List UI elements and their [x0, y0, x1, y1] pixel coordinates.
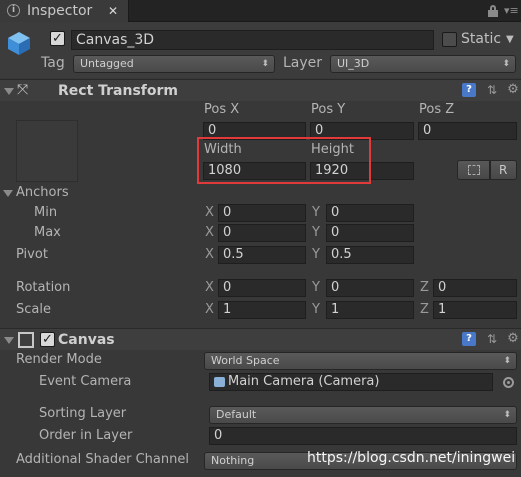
sorting-layer-dropdown-arrow-icon: ⬍: [503, 410, 511, 420]
static-checkbox[interactable]: [442, 32, 457, 47]
sorting-layer-dropdown[interactable]: Default ⬍: [209, 406, 517, 424]
blueprint-icon: [468, 165, 480, 175]
object-picker-icon[interactable]: [503, 377, 514, 388]
canvas-header[interactable]: ✓ Canvas ? ⇅ ⚙: [0, 328, 521, 350]
anchor-min-y-label: Y: [312, 205, 320, 220]
scale-y-field[interactable]: 1: [326, 301, 414, 319]
rect-transform-gear-icon[interactable]: ⚙: [506, 83, 520, 97]
event-camera-field[interactable]: Main Camera (Camera): [209, 373, 493, 391]
tag-value: Untagged: [80, 57, 134, 70]
rect-transform-help-icon[interactable]: ?: [462, 83, 476, 97]
rotation-x-field[interactable]: 0: [218, 279, 306, 297]
raw-edit-label: R: [499, 163, 508, 177]
rotation-z-field[interactable]: 0: [433, 279, 517, 297]
canvas-gear-icon[interactable]: ⚙: [506, 332, 520, 346]
order-in-layer-label: Order in Layer: [39, 428, 133, 443]
scale-label: Scale: [16, 302, 51, 317]
render-mode-dropdown[interactable]: World Space ⬍: [204, 352, 517, 370]
scale-y-label: Y: [312, 302, 320, 317]
width-height-highlight: [197, 137, 371, 184]
scale-z-label: Z: [420, 302, 429, 317]
scale-z-field[interactable]: 1: [433, 301, 517, 319]
tab-menu-icon[interactable]: ▾≡: [504, 2, 519, 20]
rotation-x-label: X: [205, 280, 214, 295]
inspector-info-icon: i: [7, 4, 20, 17]
raw-edit-button[interactable]: R: [490, 160, 517, 180]
pivot-x-field[interactable]: 0.5: [218, 246, 306, 264]
tag-label: Tag: [41, 55, 65, 71]
rect-transform-preset-icon[interactable]: ⇅: [485, 83, 499, 97]
watermark-text: https://blog.csdn.net/iningwei: [307, 450, 516, 466]
anchor-max-y-field[interactable]: 0: [326, 224, 414, 242]
layer-dropdown[interactable]: UI_3D ⬍: [330, 55, 516, 73]
canvas-help-icon[interactable]: ?: [462, 332, 476, 346]
object-name-field[interactable]: Canvas_3D: [71, 30, 434, 50]
rotation-y-label: Y: [312, 280, 320, 295]
order-in-layer-field[interactable]: 0: [209, 427, 517, 445]
scale-x-field[interactable]: 1: [218, 301, 306, 319]
canvas-preset-icon[interactable]: ⇅: [485, 332, 499, 346]
rotation-z-label: Z: [420, 280, 429, 295]
tag-dropdown[interactable]: Untagged ⬍: [73, 55, 275, 73]
lock-icon[interactable]: [488, 5, 498, 17]
inspector-tab-title: Inspector: [27, 3, 93, 19]
inspector-tab[interactable]: i Inspector ✕: [0, 0, 129, 22]
render-mode-dropdown-arrow-icon: ⬍: [503, 356, 511, 366]
canvas-title: Canvas: [58, 332, 115, 348]
active-checkbox[interactable]: ✓: [50, 31, 65, 46]
anchor-min-label: Min: [34, 205, 58, 220]
canvas-component-icon: [18, 332, 34, 348]
anchors-fold-icon[interactable]: [3, 190, 13, 197]
shader-channel-label: Additional Shader Channel: [16, 452, 189, 467]
tab-close-icon[interactable]: ✕: [108, 2, 118, 20]
event-camera-label: Event Camera: [39, 374, 132, 389]
rotation-label: Rotation: [16, 280, 71, 295]
pivot-label: Pivot: [16, 247, 48, 262]
pos-x-label: Pos X: [204, 102, 240, 117]
sorting-layer-label: Sorting Layer: [39, 406, 127, 421]
rect-transform-icon: ⤧: [17, 82, 29, 98]
anchor-min-y-field[interactable]: 0: [326, 204, 414, 222]
pos-z-label: Pos Z: [419, 102, 455, 117]
shader-channel-value: Nothing: [211, 454, 255, 467]
scale-x-label: X: [205, 302, 214, 317]
rect-transform-header[interactable]: ⤧ Rect Transform ? ⇅ ⚙: [0, 79, 521, 101]
pivot-y-label: Y: [312, 247, 320, 262]
event-camera-value: Main Camera (Camera): [228, 374, 380, 389]
pos-y-label: Pos Y: [311, 102, 346, 117]
pos-z-field[interactable]: 0: [418, 122, 517, 140]
rotation-y-field[interactable]: 0: [326, 279, 414, 297]
anchor-max-label: Max: [34, 225, 61, 240]
canvas-fold-icon[interactable]: [4, 337, 14, 344]
canvas-enabled-checkbox[interactable]: ✓: [40, 332, 55, 347]
pivot-x-label: X: [205, 247, 214, 262]
static-label: Static: [461, 31, 502, 47]
anchor-max-x-field[interactable]: 0: [218, 224, 306, 242]
camera-icon: [214, 377, 225, 387]
blueprint-mode-button[interactable]: [457, 160, 490, 180]
render-mode-value: World Space: [211, 354, 280, 367]
anchor-min-x-field[interactable]: 0: [218, 204, 306, 222]
anchor-min-x-label: X: [205, 205, 214, 220]
layer-value: UI_3D: [337, 57, 370, 70]
rect-transform-title: Rect Transform: [58, 83, 179, 99]
anchor-presets-box[interactable]: [16, 120, 78, 182]
gameobject-cube-icon: [6, 30, 32, 56]
static-dropdown-icon[interactable]: ▼: [506, 31, 514, 49]
rect-transform-fold-icon[interactable]: [4, 88, 14, 95]
layer-dropdown-arrow-icon: ⬍: [502, 59, 510, 69]
layer-label: Layer: [283, 55, 323, 71]
tag-dropdown-arrow-icon: ⬍: [261, 59, 269, 69]
anchor-max-x-label: X: [205, 225, 214, 240]
anchors-label: Anchors: [16, 185, 69, 200]
pivot-y-field[interactable]: 0.5: [326, 246, 414, 264]
sorting-layer-value: Default: [216, 408, 257, 421]
render-mode-label: Render Mode: [16, 352, 102, 367]
anchor-max-y-label: Y: [312, 225, 320, 240]
